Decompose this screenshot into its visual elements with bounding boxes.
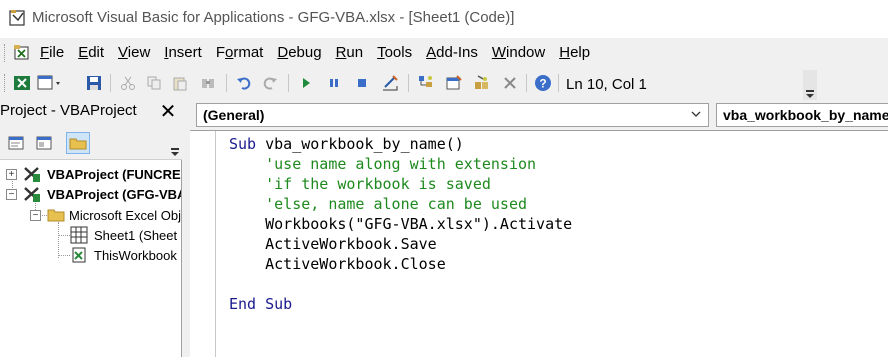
project-explorer-icon[interactable] bbox=[416, 73, 436, 93]
run-icon[interactable] bbox=[296, 73, 316, 93]
find-icon[interactable] bbox=[198, 73, 218, 93]
toolbar-separator bbox=[288, 74, 289, 92]
project-pane-title: Project - VBAProject bbox=[0, 102, 137, 119]
code-line[interactable]: 'if the workbook is saved bbox=[229, 174, 572, 194]
window-title: Microsoft Visual Basic for Applications … bbox=[32, 9, 515, 26]
menu-debug[interactable]: Debug bbox=[277, 44, 321, 61]
toolbar-separator bbox=[526, 74, 527, 92]
design-mode-icon[interactable] bbox=[380, 73, 400, 93]
break-icon[interactable] bbox=[324, 73, 344, 93]
tree-item-label: Microsoft Excel Obj bbox=[69, 207, 181, 223]
code-margin-indicator-bar[interactable] bbox=[190, 131, 216, 357]
menu-view[interactable]: View bbox=[118, 44, 150, 61]
insert-module-icon[interactable] bbox=[36, 73, 66, 93]
tree-item-thisworkbook[interactable]: ThisWorkbook bbox=[70, 245, 177, 265]
code-line[interactable]: End Sub bbox=[229, 294, 572, 314]
toolbox-icon[interactable] bbox=[500, 73, 520, 93]
code-token: ActiveWorkbook.Save bbox=[229, 235, 437, 253]
code-comment: 'else, name alone can be used bbox=[229, 195, 528, 213]
redo-icon[interactable] bbox=[260, 73, 280, 93]
project-pane-scroll-button[interactable] bbox=[168, 128, 182, 158]
menu-help[interactable]: Help bbox=[559, 44, 590, 61]
tree-item-sheet1[interactable]: Sheet1 (Sheet bbox=[70, 225, 177, 245]
worksheet-icon bbox=[70, 226, 88, 244]
tree-connector bbox=[58, 255, 70, 256]
svg-text:?: ? bbox=[539, 77, 546, 91]
tree-connector bbox=[58, 222, 59, 258]
code-line[interactable] bbox=[229, 274, 572, 294]
tree-connector bbox=[58, 235, 70, 236]
code-comment: 'use name along with extension bbox=[229, 155, 537, 173]
menu-edit[interactable]: Edit bbox=[78, 44, 104, 61]
tree-item-label: VBAProject (GFG-VBA bbox=[47, 186, 182, 202]
procedure-dropdown-value: vba_workbook_by_name bbox=[723, 107, 888, 123]
view-code-icon[interactable] bbox=[6, 133, 26, 153]
save-icon[interactable] bbox=[84, 73, 104, 93]
toolbar-overflow-button[interactable] bbox=[803, 70, 817, 100]
tree-item-label: Sheet1 (Sheet bbox=[94, 227, 178, 243]
code-line[interactable]: Workbooks("GFG-VBA.xlsx").Activate bbox=[229, 214, 572, 234]
cut-icon[interactable] bbox=[118, 73, 138, 93]
project-tree: + VBAProject (FUNCRE − VBAProject (GFG-V… bbox=[0, 160, 182, 357]
excel-icon[interactable] bbox=[12, 73, 32, 93]
paste-icon[interactable] bbox=[170, 73, 190, 93]
toolbar-separator bbox=[226, 74, 227, 92]
object-dropdown-value: (General) bbox=[203, 107, 265, 123]
toolbar-grip[interactable] bbox=[4, 74, 7, 92]
vba-project-icon bbox=[24, 167, 40, 182]
workbook-icon bbox=[72, 247, 86, 263]
menu-file[interactable]: File bbox=[40, 44, 64, 61]
tree-item-label: ThisWorkbook bbox=[94, 247, 177, 263]
toolbar-separator bbox=[110, 74, 111, 92]
collapse-icon[interactable]: − bbox=[30, 209, 41, 221]
code-keyword: Sub bbox=[229, 135, 266, 153]
menu-format[interactable]: Format bbox=[216, 44, 264, 61]
close-icon[interactable]: ✕ bbox=[158, 102, 178, 122]
copy-icon[interactable] bbox=[144, 73, 164, 93]
code-text[interactable]: Sub vba_workbook_by_name() 'use name alo… bbox=[229, 134, 572, 314]
toolbar-separator bbox=[558, 74, 559, 92]
cursor-position: Ln 10, Col 1 bbox=[566, 76, 647, 93]
code-comment: 'if the workbook is saved bbox=[229, 175, 491, 193]
vba-app-icon bbox=[9, 10, 25, 26]
help-icon[interactable]: ? bbox=[533, 73, 553, 93]
project-pane-toolbar bbox=[0, 126, 182, 160]
menu-tools[interactable]: Tools bbox=[377, 44, 412, 61]
vba-project-icon bbox=[24, 187, 40, 202]
code-line[interactable]: 'use name along with extension bbox=[229, 154, 572, 174]
folder-icon bbox=[47, 209, 65, 222]
reset-icon[interactable] bbox=[352, 73, 372, 93]
menu-run[interactable]: Run bbox=[336, 44, 364, 61]
toggle-folders-icon[interactable] bbox=[66, 132, 90, 154]
properties-icon[interactable] bbox=[444, 73, 464, 93]
expand-icon[interactable]: + bbox=[6, 168, 17, 180]
code-line[interactable]: ActiveWorkbook.Save bbox=[229, 234, 572, 254]
undo-icon[interactable] bbox=[234, 73, 254, 93]
code-line[interactable]: 'else, name alone can be used bbox=[229, 194, 572, 214]
excel-object-icon[interactable] bbox=[12, 43, 32, 63]
object-browser-icon[interactable] bbox=[472, 73, 492, 93]
menu-items: File Edit View Insert Format Debug Run Tools Add… bbox=[40, 44, 604, 61]
code-token: vba_workbook_by_name() bbox=[265, 135, 464, 153]
tree-item-funcre-project[interactable]: + VBAProject (FUNCRE bbox=[6, 164, 181, 184]
toolbar-separator bbox=[408, 74, 409, 92]
object-dropdown[interactable]: (General) bbox=[196, 103, 709, 127]
menu-window[interactable]: Window bbox=[492, 44, 545, 61]
procedure-dropdown[interactable]: vba_workbook_by_name bbox=[716, 103, 888, 127]
tree-item-excel-objects[interactable]: − Microsoft Excel Obj bbox=[30, 205, 181, 225]
code-keyword: End Sub bbox=[229, 295, 293, 313]
tree-item-gfg-vba-project[interactable]: − VBAProject (GFG-VBA bbox=[6, 184, 182, 204]
code-line[interactable]: Sub vba_workbook_by_name() bbox=[229, 134, 572, 154]
tree-item-label: VBAProject (FUNCRE bbox=[47, 166, 181, 182]
menu-insert[interactable]: Insert bbox=[164, 44, 202, 61]
view-object-icon[interactable] bbox=[34, 133, 54, 153]
code-token: Workbooks("GFG-VBA.xlsx").Activate bbox=[229, 215, 573, 233]
collapse-icon[interactable]: − bbox=[6, 188, 17, 200]
code-token: ActiveWorkbook.Close bbox=[229, 255, 446, 273]
code-line[interactable]: ActiveWorkbook.Close bbox=[229, 254, 572, 274]
chevron-down-icon[interactable] bbox=[690, 108, 702, 123]
menu-add-ins[interactable]: Add-Ins bbox=[426, 44, 478, 61]
menu-grip[interactable] bbox=[4, 44, 7, 62]
